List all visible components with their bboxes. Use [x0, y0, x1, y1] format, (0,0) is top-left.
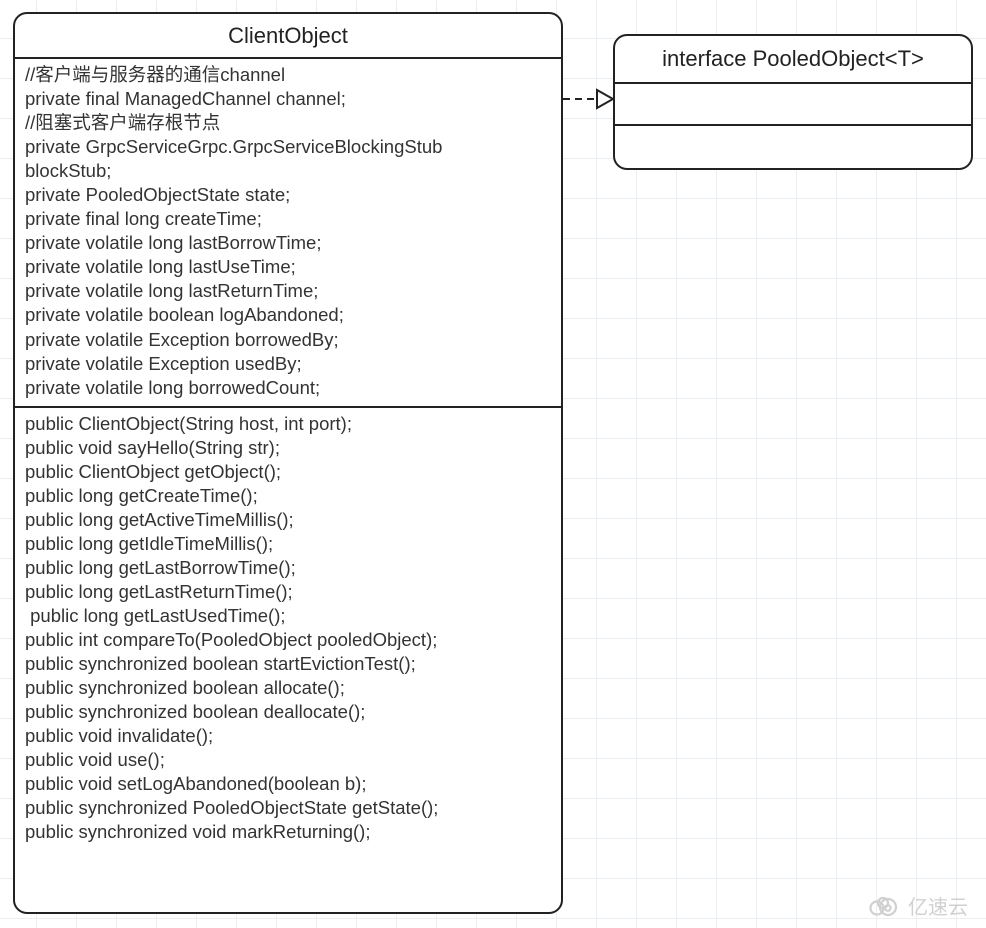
class-fields-section: //客户端与服务器的通信channelprivate final Managed… — [15, 59, 561, 408]
class-box-pooledobject-interface: interface PooledObject<T> — [613, 34, 973, 170]
class-method-line: public long getLastUsedTime(); — [25, 604, 551, 628]
watermark: 亿速云 — [866, 891, 968, 920]
cloud-logo-icon — [866, 894, 902, 918]
class-field-line: private final long createTime; — [25, 207, 551, 231]
class-field-line: private volatile long lastUseTime; — [25, 255, 551, 279]
interface-fields-section — [615, 84, 971, 126]
class-field-line: //阻塞式客户端存根节点 — [25, 111, 551, 135]
class-field-line: blockStub; — [25, 159, 551, 183]
class-methods-section: public ClientObject(String host, int por… — [15, 408, 561, 851]
class-field-line: private volatile Exception usedBy; — [25, 352, 551, 376]
class-method-line: public synchronized boolean startEvictio… — [25, 652, 551, 676]
class-method-line: public void use(); — [25, 748, 551, 772]
class-method-line: public synchronized PooledObjectState ge… — [25, 796, 551, 820]
class-field-line: //客户端与服务器的通信channel — [25, 63, 551, 87]
class-method-line: public long getLastReturnTime(); — [25, 580, 551, 604]
watermark-text: 亿速云 — [908, 891, 968, 920]
class-field-line: private GrpcServiceGrpc.GrpcServiceBlock… — [25, 135, 551, 159]
class-field-line: private volatile long borrowedCount; — [25, 376, 551, 400]
realization-arrow — [561, 85, 615, 113]
class-title: ClientObject — [15, 14, 561, 59]
diagram-canvas: ClientObject //客户端与服务器的通信channelprivate … — [0, 0, 986, 928]
class-method-line: public void invalidate(); — [25, 724, 551, 748]
class-field-line: private final ManagedChannel channel; — [25, 87, 551, 111]
interface-title: interface PooledObject<T> — [615, 36, 971, 84]
class-method-line: public ClientObject(String host, int por… — [25, 412, 551, 436]
class-field-line: private volatile boolean logAbandoned; — [25, 303, 551, 327]
class-method-line: public int compareTo(PooledObject pooled… — [25, 628, 551, 652]
class-method-line: public synchronized boolean deallocate()… — [25, 700, 551, 724]
class-method-line: public long getIdleTimeMillis(); — [25, 532, 551, 556]
class-method-line: public ClientObject getObject(); — [25, 460, 551, 484]
class-method-line: public synchronized boolean allocate(); — [25, 676, 551, 700]
class-box-clientobject: ClientObject //客户端与服务器的通信channelprivate … — [13, 12, 563, 914]
class-field-line: private volatile long lastReturnTime; — [25, 279, 551, 303]
class-method-line: public void sayHello(String str); — [25, 436, 551, 460]
class-method-line: public long getLastBorrowTime(); — [25, 556, 551, 580]
class-method-line: public long getCreateTime(); — [25, 484, 551, 508]
class-field-line: private volatile long lastBorrowTime; — [25, 231, 551, 255]
class-method-line: public void setLogAbandoned(boolean b); — [25, 772, 551, 796]
class-field-line: private PooledObjectState state; — [25, 183, 551, 207]
interface-methods-section — [615, 126, 971, 168]
class-method-line: public long getActiveTimeMillis(); — [25, 508, 551, 532]
class-method-line: public synchronized void markReturning()… — [25, 820, 551, 844]
class-field-line: private volatile Exception borrowedBy; — [25, 328, 551, 352]
